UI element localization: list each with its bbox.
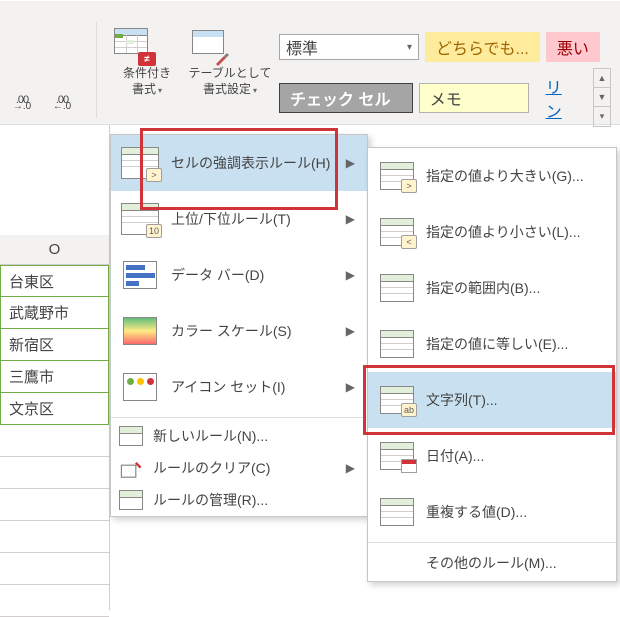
submenu-more-rules[interactable]: その他のルール(M)...	[368, 545, 616, 581]
gallery-scroll[interactable]: ▲ ▼ ▾	[593, 68, 611, 127]
style-link[interactable]: リン	[535, 83, 587, 113]
chevron-right-icon: ▶	[346, 212, 359, 226]
submenu-less-than[interactable]: < 指定の値より小さい(L)...	[368, 204, 616, 260]
gallery-more-icon[interactable]: ▾	[594, 107, 610, 126]
chevron-right-icon: ▶	[346, 156, 359, 170]
manage-rules-icon	[119, 490, 143, 510]
submenu-date-occurring[interactable]: 日付(A)...	[368, 428, 616, 484]
cell-empty[interactable]	[0, 521, 109, 553]
duplicate-icon	[378, 496, 416, 528]
chevron-right-icon: ▶	[346, 380, 359, 394]
conditional-formatting-menu: > セルの強調表示ルール(H) ▶ 10 上位/下位ルール(T) ▶ データ バ…	[110, 134, 368, 517]
cell-empty[interactable]	[0, 457, 109, 489]
column-header-O[interactable]: O	[0, 235, 109, 265]
cell-empty[interactable]	[0, 425, 109, 457]
date-icon	[378, 440, 416, 472]
menu-manage-rules[interactable]: ルールの管理(R)...	[111, 484, 367, 516]
number-format-dropdown[interactable]: 標準▾	[279, 34, 419, 60]
chevron-right-icon: ▶	[346, 461, 359, 475]
menu-clear-rules[interactable]: ルールのクリア(C) ▶	[111, 452, 367, 484]
new-rule-icon	[119, 426, 143, 446]
increase-decimal-button[interactable]: .00 →.0	[4, 86, 40, 114]
data-bars-icon	[119, 257, 161, 293]
clear-rules-icon	[119, 458, 143, 478]
style-memo[interactable]: メモ	[419, 83, 529, 113]
menu-top-bottom-rules[interactable]: 10 上位/下位ルール(T) ▶	[111, 191, 367, 247]
cell[interactable]: 新宿区	[0, 329, 109, 361]
menu-icon-sets[interactable]: アイコン セット(I) ▶	[111, 359, 367, 415]
submenu-between[interactable]: 指定の範囲内(B)...	[368, 260, 616, 316]
cell-empty[interactable]	[0, 489, 109, 521]
cell-styles-gallery: 標準▾ どちらでも... 悪い チェック セル メモ リン ▲ ▼ ▾	[279, 32, 611, 133]
between-icon	[378, 272, 416, 304]
top-bottom-icon: 10	[119, 201, 161, 237]
menu-new-rule[interactable]: 新しいルール(N)...	[111, 420, 367, 452]
conditional-formatting-icon: ≠	[112, 26, 156, 66]
chevron-right-icon: ▶	[346, 268, 359, 282]
ribbon: .00 →.0 .00 ←.0 ≠ 条件付き書式▾ テーブルとして書式設定▾ 標…	[0, 0, 620, 125]
format-as-table-button[interactable]: テーブルとして書式設定▾	[188, 26, 272, 97]
cell[interactable]: 台東区	[0, 265, 109, 297]
worksheet: O 台東区 武蔵野市 新宿区 三鷹市 文京区	[0, 125, 110, 610]
cell[interactable]: 文京区	[0, 393, 109, 425]
decrease-decimal-button[interactable]: .00 ←.0	[44, 86, 80, 114]
submenu-equal-to[interactable]: 指定の値に等しい(E)...	[368, 316, 616, 372]
menu-highlight-cells-rules[interactable]: > セルの強調表示ルール(H) ▶	[111, 135, 367, 191]
separator	[96, 22, 97, 118]
menu-data-bars[interactable]: データ バー(D) ▶	[111, 247, 367, 303]
cell[interactable]: 武蔵野市	[0, 297, 109, 329]
cell-empty[interactable]	[0, 553, 109, 585]
format-as-table-icon	[188, 26, 232, 66]
style-check-cell[interactable]: チェック セル	[279, 83, 413, 113]
cell-empty[interactable]	[0, 585, 109, 617]
cell[interactable]: 三鷹市	[0, 361, 109, 393]
highlight-rules-submenu: > 指定の値より大きい(G)... < 指定の値より小さい(L)... 指定の範…	[367, 147, 617, 582]
highlight-rules-icon: >	[119, 145, 161, 181]
submenu-duplicate-values[interactable]: 重複する値(D)...	[368, 484, 616, 540]
submenu-greater-than[interactable]: > 指定の値より大きい(G)...	[368, 148, 616, 204]
text-contains-icon: ab	[378, 384, 416, 416]
gallery-up-icon[interactable]: ▲	[594, 69, 610, 88]
style-bad[interactable]: 悪い	[546, 32, 600, 62]
color-scales-icon	[119, 313, 161, 349]
equal-to-icon	[378, 328, 416, 360]
less-than-icon: <	[378, 216, 416, 248]
decimal-group: .00 →.0 .00 ←.0	[4, 86, 80, 114]
gallery-down-icon[interactable]: ▼	[594, 88, 610, 107]
menu-color-scales[interactable]: カラー スケール(S) ▶	[111, 303, 367, 359]
greater-than-icon: >	[378, 160, 416, 192]
style-neutral[interactable]: どちらでも...	[425, 32, 540, 62]
conditional-formatting-button[interactable]: ≠ 条件付き書式▾	[112, 26, 182, 97]
submenu-text-contains[interactable]: ab 文字列(T)...	[368, 372, 616, 428]
chevron-right-icon: ▶	[346, 324, 359, 338]
icon-sets-icon	[119, 369, 161, 405]
